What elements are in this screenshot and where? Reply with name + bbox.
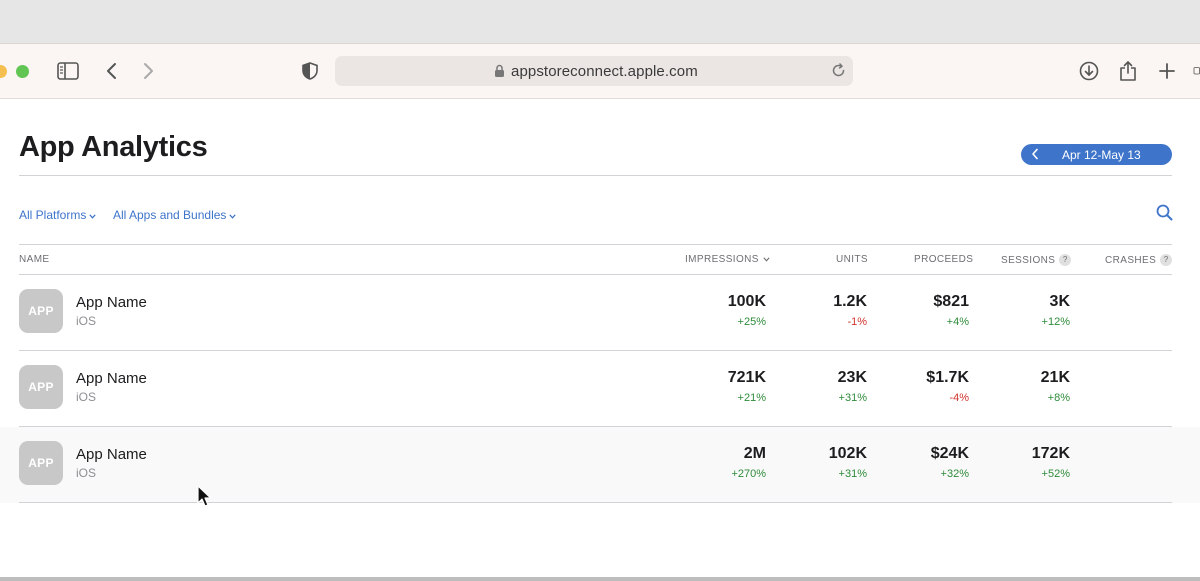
help-icon[interactable]: ?	[1160, 254, 1173, 266]
units-value: 23K	[837, 369, 867, 386]
app-icon: APP	[19, 365, 63, 409]
lock-icon	[494, 64, 505, 83]
column-header-crashes[interactable]: CRASHES ?	[1105, 254, 1173, 266]
search-icon[interactable]	[1156, 204, 1173, 226]
column-header-impressions-label: IMPRESSIONS	[685, 254, 759, 265]
proceeds-value: $24K	[930, 445, 969, 462]
shield-icon[interactable]	[297, 58, 323, 84]
row-divider	[19, 502, 1172, 503]
column-header-name[interactable]: NAME	[19, 254, 50, 265]
column-header-impressions[interactable]: IMPRESSIONS	[685, 254, 770, 265]
app-icon: APP	[19, 289, 63, 333]
zoom-window-button[interactable]	[16, 65, 29, 78]
sessions-change: +12%	[1041, 316, 1070, 328]
impressions-value: 2M	[743, 445, 766, 462]
address-bar[interactable]: appstoreconnect.apple.com	[335, 56, 853, 86]
column-header-proceeds-label: PROCEEDS	[914, 254, 974, 265]
column-header-crashes-label: CRASHES	[1105, 254, 1157, 266]
proceeds-change: +32%	[940, 468, 969, 480]
tab-overview-icon[interactable]	[1192, 58, 1200, 84]
app-name[interactable]: App Name	[76, 446, 147, 463]
column-header-sessions-label: SESSIONS	[1001, 254, 1056, 266]
table-row[interactable]: APP App Name iOS 2M +270% 102K +31% $24K…	[0, 427, 1200, 503]
chevron-down-icon	[89, 211, 97, 221]
units-change: -1%	[847, 316, 867, 328]
proceeds-change: +4%	[946, 316, 969, 328]
impressions-change: +25%	[737, 316, 766, 328]
app-platform: iOS	[76, 314, 97, 328]
app-platform: iOS	[76, 390, 97, 404]
minimize-window-button[interactable]	[0, 65, 7, 78]
mouse-cursor-icon	[197, 485, 212, 513]
sidebar-icon[interactable]	[55, 58, 81, 84]
platforms-filter-label: All Platforms	[19, 208, 87, 222]
download-icon[interactable]	[1076, 58, 1102, 84]
units-change: +31%	[838, 468, 867, 480]
url-text: appstoreconnect.apple.com	[511, 63, 698, 80]
date-range-button[interactable]: Apr 12-May 13	[1021, 144, 1172, 165]
impressions-change: +270%	[731, 468, 766, 480]
sessions-value: 172K	[1031, 445, 1070, 462]
window-top-strip	[0, 0, 1200, 43]
proceeds-value: $1.7K	[926, 369, 969, 386]
units-change: +31%	[838, 392, 867, 404]
back-icon[interactable]	[98, 58, 124, 84]
app-name[interactable]: App Name	[76, 294, 147, 311]
column-header-sessions[interactable]: SESSIONS ?	[1001, 254, 1072, 266]
units-value: 1.2K	[833, 293, 867, 310]
proceeds-value: $821	[933, 293, 969, 310]
chevron-down-icon	[229, 211, 237, 221]
sessions-change: +8%	[1047, 392, 1070, 404]
column-header-proceeds[interactable]: PROCEEDS	[914, 254, 973, 265]
units-value: 102K	[828, 445, 867, 462]
impressions-value: 100K	[727, 293, 766, 310]
impressions-change: +21%	[737, 392, 766, 404]
page-title: App Analytics	[19, 131, 208, 163]
new-tab-icon[interactable]	[1154, 58, 1180, 84]
sessions-change: +52%	[1041, 468, 1070, 480]
share-icon[interactable]	[1115, 58, 1141, 84]
apps-filter[interactable]: All Apps and Bundles	[113, 208, 237, 222]
app-name[interactable]: App Name	[76, 370, 147, 387]
platforms-filter[interactable]: All Platforms	[19, 208, 97, 222]
date-range-label: Apr 12-May 13	[1062, 148, 1141, 162]
sessions-value: 21K	[1040, 369, 1070, 386]
column-header-units-label: UNITS	[836, 254, 868, 265]
title-divider	[19, 175, 1172, 176]
table-row[interactable]: APP App Name iOS 721K +21% 23K +31% $1.7…	[0, 351, 1200, 427]
proceeds-change: -4%	[949, 392, 969, 404]
sort-descending-icon	[763, 255, 770, 264]
reload-icon[interactable]	[831, 63, 846, 83]
column-header-units[interactable]: UNITS	[836, 254, 868, 265]
window-bottom-edge	[0, 577, 1200, 581]
impressions-value: 721K	[727, 369, 766, 386]
browser-toolbar: appstoreconnect.apple.com	[0, 43, 1200, 99]
forward-icon[interactable]	[136, 58, 162, 84]
table-row[interactable]: APP App Name iOS 100K +25% 1.2K -1% $821…	[0, 275, 1200, 351]
column-header-name-label: NAME	[19, 254, 50, 265]
help-icon[interactable]: ?	[1059, 254, 1072, 266]
app-icon: APP	[19, 441, 63, 485]
chevron-left-icon[interactable]	[1031, 148, 1039, 163]
app-platform: iOS	[76, 466, 97, 480]
table-top-divider	[19, 244, 1172, 245]
sessions-value: 3K	[1049, 293, 1070, 310]
apps-filter-label: All Apps and Bundles	[113, 208, 227, 222]
